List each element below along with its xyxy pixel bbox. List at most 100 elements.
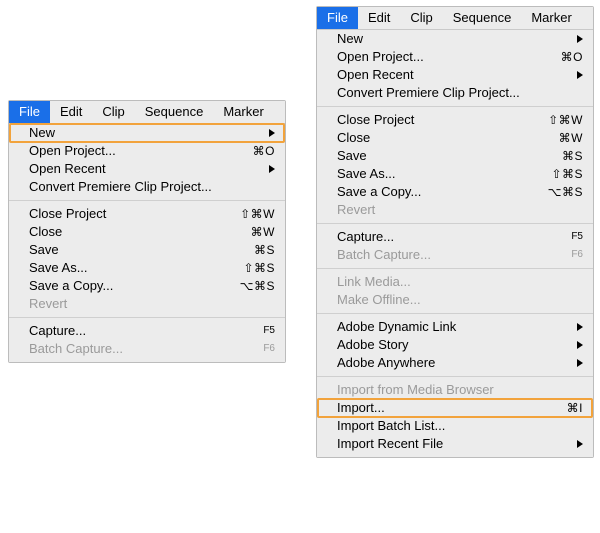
menu-label: Revert	[29, 295, 275, 313]
menu-label: Close	[337, 129, 551, 147]
menu-item-batch-capture: Batch Capture... F6	[9, 340, 285, 358]
menu-label: Batch Capture...	[29, 340, 255, 358]
menu-item-open-recent[interactable]: Open Recent	[9, 160, 285, 178]
menu-item-open-project[interactable]: Open Project... ⌘O	[9, 142, 285, 160]
menu-file[interactable]: File	[317, 7, 358, 29]
file-menu-right: File Edit Clip Sequence Marker New Open …	[316, 6, 594, 458]
menu-item-save-a-copy[interactable]: Save a Copy... ⌥⌘S	[317, 183, 593, 201]
menu-item-import-recent-file[interactable]: Import Recent File	[317, 435, 593, 453]
menu-label: Adobe Story	[337, 336, 569, 354]
menu-label: Open Project...	[29, 142, 245, 160]
menu-item-open-recent[interactable]: Open Recent	[317, 66, 593, 84]
menu-label: Link Media...	[337, 273, 583, 291]
menu-item-convert-premiere-clip[interactable]: Convert Premiere Clip Project...	[9, 178, 285, 196]
shortcut: F6	[563, 246, 583, 264]
shortcut: ⇧⌘W	[232, 205, 275, 223]
menu-label: Revert	[337, 201, 583, 219]
separator	[317, 268, 593, 269]
menu-label: New	[337, 30, 569, 48]
menu-label: Open Recent	[29, 160, 261, 178]
menu-label: Adobe Anywhere	[337, 354, 569, 372]
menu-item-revert: Revert	[9, 295, 285, 313]
submenu-icon	[577, 440, 583, 448]
separator	[317, 313, 593, 314]
menu-label: Close	[29, 223, 243, 241]
menu-item-import[interactable]: Import... ⌘I	[317, 399, 593, 417]
submenu-icon	[577, 71, 583, 79]
file-menu-body-left: New Open Project... ⌘O Open Recent Conve…	[9, 124, 285, 362]
submenu-icon	[269, 129, 275, 137]
shortcut: ⌘W	[243, 223, 275, 241]
menu-label: Adobe Dynamic Link	[337, 318, 569, 336]
menubar-left: File Edit Clip Sequence Marker	[9, 101, 285, 124]
separator	[9, 200, 285, 201]
menu-label: Save a Copy...	[337, 183, 540, 201]
file-menu-left: File Edit Clip Sequence Marker New Open …	[8, 100, 286, 363]
menu-item-dynamic-link[interactable]: Adobe Dynamic Link	[317, 318, 593, 336]
menu-item-import-media-browser: Import from Media Browser	[317, 381, 593, 399]
menu-item-convert-premiere-clip[interactable]: Convert Premiere Clip Project...	[317, 84, 593, 102]
shortcut: ⇧⌘S	[543, 165, 583, 183]
menu-item-save[interactable]: Save ⌘S	[317, 147, 593, 165]
menu-item-save-as[interactable]: Save As... ⇧⌘S	[317, 165, 593, 183]
shortcut: ⌘S	[246, 241, 275, 259]
shortcut: ⇧⌘S	[235, 259, 275, 277]
menu-item-adobe-anywhere[interactable]: Adobe Anywhere	[317, 354, 593, 372]
menu-item-close-project[interactable]: Close Project ⇧⌘W	[317, 111, 593, 129]
menu-clip[interactable]: Clip	[92, 101, 134, 123]
submenu-icon	[269, 165, 275, 173]
menu-item-new[interactable]: New	[9, 124, 285, 142]
menu-file[interactable]: File	[9, 101, 50, 123]
menu-item-close[interactable]: Close ⌘W	[9, 223, 285, 241]
menu-item-open-project[interactable]: Open Project... ⌘O	[317, 48, 593, 66]
shortcut: ⌘I	[559, 399, 583, 417]
menu-label: New	[29, 124, 261, 142]
menu-label: Close Project	[29, 205, 232, 223]
menu-item-save[interactable]: Save ⌘S	[9, 241, 285, 259]
menu-edit[interactable]: Edit	[50, 101, 92, 123]
menu-item-batch-capture: Batch Capture... F6	[317, 246, 593, 264]
menu-item-import-batch-list[interactable]: Import Batch List...	[317, 417, 593, 435]
separator	[317, 223, 593, 224]
menu-item-new[interactable]: New	[317, 30, 593, 48]
menu-label: Capture...	[29, 322, 255, 340]
shortcut: ⌘O	[553, 48, 583, 66]
shortcut: F5	[563, 228, 583, 246]
shortcut: ⌥⌘S	[540, 183, 583, 201]
menu-label: Import Batch List...	[337, 417, 583, 435]
menu-label: Make Offline...	[337, 291, 583, 309]
shortcut: ⌥⌘S	[232, 277, 275, 295]
menu-label: Import Recent File	[337, 435, 569, 453]
menu-clip[interactable]: Clip	[400, 7, 442, 29]
shortcut: F5	[255, 322, 275, 340]
menu-label: Open Recent	[337, 66, 569, 84]
menu-item-save-a-copy[interactable]: Save a Copy... ⌥⌘S	[9, 277, 285, 295]
menu-item-close[interactable]: Close ⌘W	[317, 129, 593, 147]
menu-label: Import...	[337, 399, 559, 417]
menu-item-close-project[interactable]: Close Project ⇧⌘W	[9, 205, 285, 223]
menu-marker[interactable]: Marker	[213, 101, 273, 123]
menu-label: Convert Premiere Clip Project...	[29, 178, 275, 196]
shortcut: ⇧⌘W	[540, 111, 583, 129]
menu-item-adobe-story[interactable]: Adobe Story	[317, 336, 593, 354]
menu-label: Close Project	[337, 111, 540, 129]
menu-item-save-as[interactable]: Save As... ⇧⌘S	[9, 259, 285, 277]
menu-label: Convert Premiere Clip Project...	[337, 84, 583, 102]
menu-item-revert: Revert	[317, 201, 593, 219]
menu-item-capture[interactable]: Capture... F5	[317, 228, 593, 246]
menu-label: Save	[337, 147, 554, 165]
submenu-icon	[577, 35, 583, 43]
menu-item-capture[interactable]: Capture... F5	[9, 322, 285, 340]
menu-sequence[interactable]: Sequence	[443, 7, 522, 29]
menubar-right: File Edit Clip Sequence Marker	[317, 7, 593, 30]
file-menu-body-right: New Open Project... ⌘O Open Recent Conve…	[317, 30, 593, 457]
shortcut: ⌘O	[245, 142, 275, 160]
menu-marker[interactable]: Marker	[521, 7, 581, 29]
menu-sequence[interactable]: Sequence	[135, 101, 214, 123]
menu-edit[interactable]: Edit	[358, 7, 400, 29]
menu-label: Open Project...	[337, 48, 553, 66]
menu-label: Batch Capture...	[337, 246, 563, 264]
menu-item-link-media: Link Media...	[317, 273, 593, 291]
menu-item-make-offline: Make Offline...	[317, 291, 593, 309]
shortcut: ⌘W	[551, 129, 583, 147]
